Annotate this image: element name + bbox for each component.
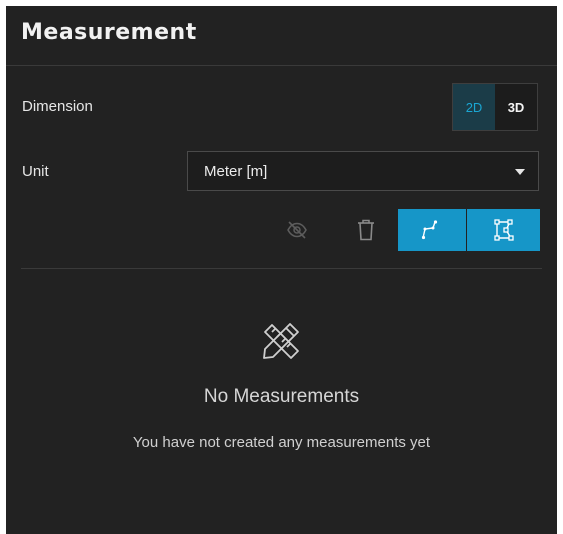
dimension-2d-option[interactable]: 2D xyxy=(453,84,495,130)
toggle-visibility-button[interactable] xyxy=(279,209,315,251)
polyline-measure-icon xyxy=(421,220,438,240)
empty-state-message: You have not created any measurements ye… xyxy=(132,434,431,451)
unit-label: Unit xyxy=(22,163,49,180)
empty-state-title: No Measurements xyxy=(203,386,360,407)
panel-title: Measurement xyxy=(21,20,197,45)
caret-down-icon xyxy=(515,169,525,175)
eye-slash-icon xyxy=(287,221,307,239)
ruler-pencil-icon xyxy=(263,323,299,359)
section-divider xyxy=(21,268,542,269)
area-measure-icon xyxy=(493,219,514,241)
unit-select[interactable]: Meter [m] xyxy=(187,151,539,191)
measurement-panel: Measurement Dimension 2D 3D Unit Meter [… xyxy=(6,6,557,534)
panel-header: Measurement xyxy=(6,6,557,66)
delete-button[interactable] xyxy=(348,209,384,251)
dimension-3d-option[interactable]: 3D xyxy=(495,84,537,130)
measure-line-button[interactable] xyxy=(398,209,466,251)
measure-area-button[interactable] xyxy=(467,209,540,251)
dimension-label: Dimension xyxy=(22,98,93,115)
unit-select-value: Meter [m] xyxy=(204,162,268,180)
dimension-toggle: 2D 3D xyxy=(452,83,538,131)
trash-icon xyxy=(358,219,374,241)
